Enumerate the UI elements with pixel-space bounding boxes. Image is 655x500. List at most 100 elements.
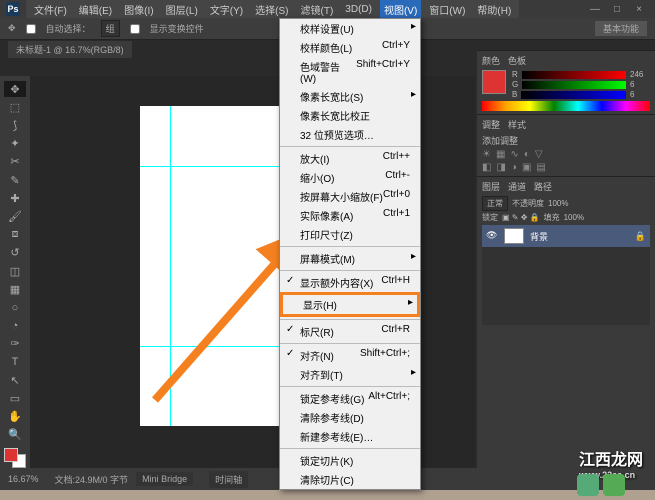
- spectrum-bar[interactable]: [482, 101, 650, 111]
- menu-item[interactable]: 锁定切片(K): [280, 451, 420, 470]
- mixer-icon[interactable]: ▣: [522, 162, 531, 173]
- eyedropper-tool-icon[interactable]: ✎: [4, 172, 26, 188]
- menu-item[interactable]: 文件(F): [30, 0, 71, 19]
- zoom-tool-icon[interactable]: 🔍: [4, 427, 26, 443]
- menu-item[interactable]: 清除参考线(D): [280, 408, 420, 427]
- menu-item[interactable]: 标尺(R)Ctrl+R: [280, 322, 420, 341]
- menu-item[interactable]: 按屏幕大小缩放(F)Ctrl+0: [280, 187, 420, 206]
- zoom-level[interactable]: 16.67%: [8, 474, 39, 484]
- menu-item[interactable]: 新建参考线(E)…: [280, 427, 420, 446]
- eraser-tool-icon[interactable]: ◫: [4, 263, 26, 279]
- layer-name[interactable]: 背景: [530, 230, 548, 243]
- timeline-tab[interactable]: 时间轴: [209, 471, 248, 488]
- menu-item[interactable]: 选择(S): [251, 0, 292, 19]
- bw-icon[interactable]: ◨: [496, 162, 505, 173]
- wand-tool-icon[interactable]: ✦: [4, 136, 26, 152]
- g-value[interactable]: 6: [630, 80, 650, 89]
- menu-item[interactable]: 对齐(N)Shift+Ctrl+;: [280, 346, 420, 365]
- exposure-icon[interactable]: ◐: [524, 149, 530, 160]
- menu-item[interactable]: 32 位预览选项…: [280, 125, 420, 144]
- menu-item[interactable]: 像素长宽比(S)▸: [280, 87, 420, 106]
- hand-tool-icon[interactable]: ✋: [4, 409, 26, 425]
- menu-item[interactable]: 屏幕模式(M)▸: [280, 249, 420, 268]
- workspace-switcher[interactable]: 基本功能: [595, 21, 647, 36]
- paths-tab[interactable]: 路径: [534, 180, 552, 193]
- lookup-icon[interactable]: ▤: [536, 162, 545, 173]
- menu-item[interactable]: 3D(D): [341, 2, 376, 17]
- close-button[interactable]: ×: [629, 4, 649, 15]
- maximize-button[interactable]: □: [607, 4, 627, 15]
- layer-row[interactable]: 👁 背景 🔒: [482, 225, 650, 247]
- b-slider[interactable]: [521, 91, 626, 99]
- brightness-icon[interactable]: ☀: [482, 149, 491, 160]
- doc-info[interactable]: 文档:24.9M/0 字节: [55, 473, 129, 486]
- menu-item[interactable]: 窗口(W): [425, 0, 469, 19]
- menu-item[interactable]: 滤镜(T): [297, 0, 338, 19]
- blur-tool-icon[interactable]: ○: [4, 299, 26, 315]
- menu-item[interactable]: 编辑(E): [75, 0, 116, 19]
- autoselect-checkbox[interactable]: [26, 24, 36, 34]
- layer-thumbnail[interactable]: [504, 228, 524, 244]
- lasso-tool-icon[interactable]: ⟆: [4, 117, 26, 133]
- fill-value[interactable]: 100%: [564, 213, 584, 222]
- menu-item[interactable]: 校样设置(U)▸: [280, 19, 420, 38]
- menu-item[interactable]: 实际像素(A)Ctrl+1: [280, 206, 420, 225]
- curves-icon[interactable]: ∿: [510, 149, 518, 160]
- menu-item[interactable]: 放大(I)Ctrl++: [280, 149, 420, 168]
- menu-item[interactable]: 缩小(O)Ctrl+-: [280, 168, 420, 187]
- layers-tab[interactable]: 图层: [482, 180, 500, 193]
- autoselect-dropdown[interactable]: 组: [101, 20, 120, 37]
- menu-item[interactable]: 打印尺寸(Z): [280, 225, 420, 244]
- marquee-tool-icon[interactable]: ⬚: [4, 99, 26, 115]
- crop-tool-icon[interactable]: ✂: [4, 154, 26, 170]
- menu-separator: [280, 246, 420, 247]
- adjustments-tab[interactable]: 调整: [482, 118, 500, 131]
- menu-item[interactable]: 图像(I): [120, 0, 157, 19]
- menu-item[interactable]: 显示额外内容(X)Ctrl+H: [280, 273, 420, 292]
- lock-icons[interactable]: ▣ ✎ ✥ 🔒: [502, 213, 540, 222]
- levels-icon[interactable]: ▦: [496, 149, 505, 160]
- visibility-icon[interactable]: 👁: [486, 230, 498, 242]
- photo-filter-icon[interactable]: ◑: [511, 162, 517, 173]
- minibridge-tab[interactable]: Mini Bridge: [136, 472, 193, 486]
- dodge-tool-icon[interactable]: ◔: [4, 318, 26, 334]
- gradient-tool-icon[interactable]: ▦: [4, 281, 26, 297]
- swatches-tab[interactable]: 色板: [508, 54, 526, 67]
- brush-tool-icon[interactable]: 🖌: [4, 208, 26, 224]
- r-slider[interactable]: [522, 71, 626, 79]
- r-value[interactable]: 246: [630, 70, 650, 79]
- menu-item[interactable]: 文字(Y): [206, 0, 247, 19]
- pen-tool-icon[interactable]: ✑: [4, 336, 26, 352]
- stamp-tool-icon[interactable]: ⧈: [4, 227, 26, 243]
- history-brush-tool-icon[interactable]: ↺: [4, 245, 26, 261]
- menu-item[interactable]: 清除切片(C): [280, 470, 420, 489]
- menu-item[interactable]: 色域警告(W)Shift+Ctrl+Y: [280, 57, 420, 87]
- foreground-color-swatch[interactable]: [482, 70, 506, 94]
- heal-tool-icon[interactable]: ✚: [4, 190, 26, 206]
- minimize-button[interactable]: —: [585, 4, 605, 15]
- menu-item[interactable]: 对齐到(T)▸: [280, 365, 420, 384]
- g-slider[interactable]: [522, 81, 626, 89]
- styles-tab[interactable]: 样式: [508, 118, 526, 131]
- document-tab[interactable]: 未标题-1 @ 16.7%(RGB/8): [8, 41, 132, 58]
- menu-item[interactable]: 帮助(H): [473, 0, 515, 19]
- blend-mode-select[interactable]: 正常: [482, 196, 508, 211]
- b-value[interactable]: 6: [630, 90, 650, 99]
- vibrance-icon[interactable]: ▽: [535, 149, 543, 160]
- menu-item[interactable]: 显示(H)▸: [280, 292, 420, 317]
- path-tool-icon[interactable]: ↖: [4, 372, 26, 388]
- menu-item[interactable]: 视图(V): [380, 0, 421, 19]
- menu-item[interactable]: 像素长宽比校正: [280, 106, 420, 125]
- channels-tab[interactable]: 通道: [508, 180, 526, 193]
- menu-item[interactable]: 锁定参考线(G)Alt+Ctrl+;: [280, 389, 420, 408]
- hue-icon[interactable]: ◧: [482, 162, 491, 173]
- color-swatch-tool[interactable]: [4, 448, 26, 468]
- menu-item[interactable]: 图层(L): [162, 0, 202, 19]
- move-tool-icon[interactable]: ✥: [4, 81, 26, 97]
- showtransform-checkbox[interactable]: [130, 24, 140, 34]
- opacity-value[interactable]: 100%: [548, 199, 568, 208]
- type-tool-icon[interactable]: T: [4, 354, 26, 370]
- menu-item[interactable]: 校样颜色(L)Ctrl+Y: [280, 38, 420, 57]
- color-tab[interactable]: 颜色: [482, 54, 500, 67]
- shape-tool-icon[interactable]: ▭: [4, 390, 26, 406]
